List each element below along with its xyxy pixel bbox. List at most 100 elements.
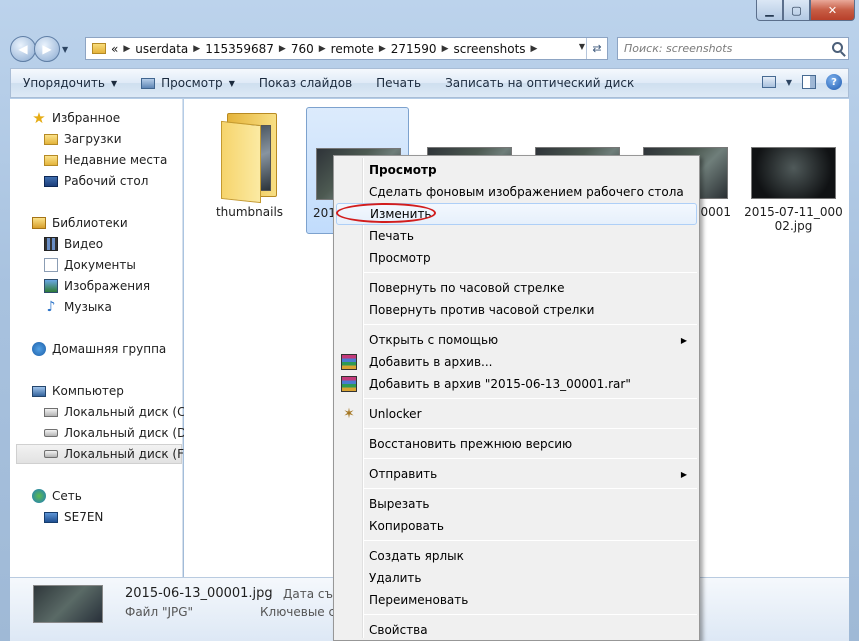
homegroup-icon [32, 342, 46, 356]
command-bar: Упорядочить ▼ Просмотр ▼ Показ слайдов Печ… [10, 68, 849, 98]
search-box[interactable]: Поиск: screenshots [617, 37, 849, 60]
menu-item-rotate-ccw[interactable]: Повернуть против часовой стрелки [336, 299, 697, 321]
recent-places-icon [44, 154, 58, 166]
menu-separator [364, 398, 697, 399]
nav-computer[interactable]: Компьютер [32, 381, 204, 401]
menu-separator [364, 428, 697, 429]
file-name: thumbnails [215, 205, 284, 219]
nav-homegroup-label: Домашняя группа [52, 342, 167, 356]
star-icon: ★ [32, 109, 46, 127]
details-keywords-label: Ключевые сл [260, 605, 343, 619]
chevron-right-icon[interactable]: ▶ [193, 44, 200, 54]
chevron-right-icon[interactable]: ▶ [442, 44, 449, 54]
search-icon[interactable] [832, 42, 843, 53]
preview-pane-icon[interactable] [802, 75, 816, 89]
nav-libraries[interactable]: Библиотеки [32, 213, 204, 233]
breadcrumb-item[interactable]: screenshots [453, 42, 525, 56]
maximize-button[interactable]: ▢ [783, 0, 810, 21]
address-history-dropdown[interactable]: ▼ [579, 42, 585, 51]
nav-recent-label: Недавние места [64, 153, 168, 167]
nav-network-pc-label: SE7EN [64, 510, 104, 524]
nav-disk-f-label: Локальный диск (F:) [64, 447, 192, 461]
view-button[interactable]: Просмотр ▼ [129, 69, 247, 97]
file-name: 2015-07-11_00002.jpg [744, 205, 843, 233]
chevron-right-icon[interactable]: ▶ [319, 44, 326, 54]
menu-item-rotate-cw[interactable]: Повернуть по часовой стрелке [336, 277, 697, 299]
address-bar[interactable]: « ▶ userdata ▶ 115359687 ▶ 760 ▶ remote … [85, 37, 608, 60]
documents-icon [44, 258, 58, 272]
view-label: Просмотр [161, 76, 223, 90]
menu-separator [364, 488, 697, 489]
refresh-icon[interactable]: ⇄ [586, 38, 607, 59]
menu-item-add-archive-named[interactable]: Добавить в архив "2015-06-13_00001.rar" [336, 373, 697, 395]
menu-item-cut[interactable]: Вырезать [336, 493, 697, 515]
menu-item-open-with[interactable]: Открыть с помощью ▶ [336, 329, 697, 351]
menu-item-add-archive[interactable]: Добавить в архив... [336, 351, 697, 373]
submenu-arrow-icon: ▶ [680, 335, 687, 345]
menu-item-properties[interactable]: Свойства [336, 619, 697, 641]
nav-disk-f[interactable]: Локальный диск (F:) [16, 444, 192, 464]
menu-item-unlocker[interactable]: ✶ Unlocker [336, 403, 697, 425]
highlight-circle-annotation [336, 203, 436, 223]
chevron-right-icon[interactable]: ▶ [279, 44, 286, 54]
nav-documents-label: Документы [64, 258, 136, 272]
details-filename: 2015-06-13_00001.jpg [125, 586, 273, 601]
back-button[interactable]: ◀ [10, 36, 36, 62]
menu-item-restore-version[interactable]: Восстановить прежнюю версию [336, 433, 697, 455]
image-thumbnail [751, 147, 836, 199]
menu-separator [364, 324, 697, 325]
slideshow-button[interactable]: Показ слайдов [247, 69, 364, 97]
nav-network[interactable]: Сеть [32, 486, 204, 506]
breadcrumb-overflow[interactable]: « [111, 42, 118, 56]
image-viewer-icon [141, 77, 156, 89]
caption-buttons: ▁ ▢ ✕ [756, 0, 855, 21]
minimize-button[interactable]: ▁ [756, 0, 783, 21]
nav-downloads-label: Загрузки [64, 132, 122, 146]
chevron-right-icon[interactable]: ▶ [379, 44, 386, 54]
chevron-right-icon[interactable]: ▶ [123, 44, 130, 54]
drive-icon [44, 450, 58, 458]
breadcrumb-item[interactable]: 271590 [391, 42, 437, 56]
menu-item-copy[interactable]: Копировать [336, 515, 697, 537]
network-icon [32, 489, 46, 503]
breadcrumb-item[interactable]: 115359687 [205, 42, 274, 56]
file-item[interactable]: 2015-07-11_00002.jpg [742, 107, 845, 234]
context-menu: Просмотр Сделать фоновым изображением ра… [333, 155, 700, 641]
menu-item-preview[interactable]: Просмотр [336, 247, 697, 269]
menu-item-delete[interactable]: Удалить [336, 567, 697, 589]
nav-network-label: Сеть [52, 489, 82, 503]
menu-item-set-wallpaper[interactable]: Сделать фоновым изображением рабочего ст… [336, 181, 697, 203]
nav-disk-c-label: Локальный диск (C:) [64, 405, 195, 419]
menu-item-preview-default[interactable]: Просмотр [336, 159, 697, 181]
nav-music-label: Музыка [64, 300, 112, 314]
forward-button[interactable]: ▶ [34, 36, 60, 62]
menu-separator [364, 458, 697, 459]
menu-item-send-to[interactable]: Отправить ▶ [336, 463, 697, 485]
chevron-right-icon[interactable]: ▶ [531, 44, 538, 54]
chevron-down-icon[interactable]: ▼ [786, 78, 792, 87]
system-drive-icon [44, 407, 58, 417]
help-icon[interactable]: ? [826, 74, 842, 90]
menu-separator [364, 272, 697, 273]
close-button[interactable]: ✕ [810, 0, 855, 21]
breadcrumb-item[interactable]: remote [331, 42, 374, 56]
change-view-icon[interactable] [761, 76, 776, 88]
menu-item-print[interactable]: Печать [336, 225, 697, 247]
nav-favorites[interactable]: ★ Избранное [32, 108, 204, 128]
menu-item-rename[interactable]: Переименовать [336, 589, 697, 611]
print-button[interactable]: Печать [364, 69, 433, 97]
search-input[interactable]: Поиск: screenshots [624, 42, 732, 55]
breadcrumb-item[interactable]: 760 [291, 42, 314, 56]
nav-homegroup[interactable]: Домашняя группа [32, 339, 204, 359]
details-filetype: Файл "JPG" [125, 605, 194, 619]
downloads-folder-icon [44, 133, 58, 145]
video-icon [44, 237, 58, 251]
menu-item-create-shortcut[interactable]: Создать ярлык [336, 545, 697, 567]
organize-button[interactable]: Упорядочить ▼ [11, 69, 129, 97]
breadcrumb-item[interactable]: userdata [135, 42, 188, 56]
burn-disc-button[interactable]: Записать на оптический диск [433, 69, 646, 97]
navigation-pane: ★ Избранное Загрузки Недавние места Рабоч… [10, 99, 195, 577]
file-item-folder[interactable]: thumbnails [198, 107, 301, 234]
recent-pages-dropdown[interactable]: ▼ [62, 45, 74, 54]
command-bar-right: ▼ ? [761, 74, 842, 90]
